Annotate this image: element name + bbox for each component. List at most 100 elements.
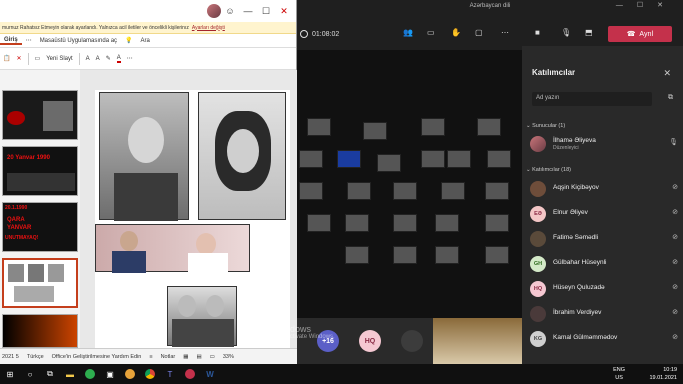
video-tile[interactable] bbox=[345, 214, 369, 232]
slide-canvas[interactable] bbox=[95, 90, 290, 348]
leave-button[interactable]: ☎ Ayrıl bbox=[608, 26, 672, 42]
video-tile[interactable] bbox=[421, 150, 445, 168]
video-tile[interactable] bbox=[485, 182, 509, 200]
new-slide-icon[interactable]: ▭ bbox=[35, 55, 41, 62]
video-tile[interactable] bbox=[299, 150, 323, 168]
help-improve-link[interactable]: Office'in Geliştirilmesine Yardım Edin bbox=[52, 354, 142, 360]
attendee-row[interactable]: GH Gülbahar Hüseynli ⊘ bbox=[530, 254, 678, 274]
camera-icon[interactable]: ■ bbox=[535, 28, 540, 37]
attendee-row[interactable]: EƏ Elnur Əliyev ⊘ bbox=[530, 204, 678, 224]
user-avatar[interactable] bbox=[207, 4, 221, 18]
presenters-header[interactable]: ⌄ Sunucular (1) bbox=[526, 123, 565, 129]
windows-start-icon[interactable]: ⊞ bbox=[0, 364, 20, 384]
minimize-icon[interactable]: — bbox=[239, 6, 257, 16]
photo-boy[interactable] bbox=[99, 92, 189, 221]
more-tools-icon[interactable]: ⋯ bbox=[127, 55, 133, 62]
slide-thumbnail[interactable] bbox=[2, 314, 78, 348]
video-tile[interactable] bbox=[337, 150, 361, 168]
presenter-row[interactable]: İlhamə Əliyeva Düzenleyici 🎙 bbox=[530, 134, 678, 154]
tab-more-icon[interactable]: ⋯ bbox=[22, 37, 36, 44]
video-tile[interactable] bbox=[393, 246, 417, 264]
video-tile[interactable] bbox=[393, 182, 417, 200]
app-red-icon[interactable] bbox=[180, 364, 200, 384]
attendee-row[interactable]: HQ Hüseyn Quluzadə ⊘ bbox=[530, 279, 678, 299]
notes-button[interactable]: Notlar bbox=[161, 354, 176, 360]
participant-photo-avatar[interactable] bbox=[401, 330, 423, 352]
paste-icon[interactable]: 📋 bbox=[3, 55, 10, 62]
video-tile[interactable] bbox=[299, 182, 323, 200]
video-tile[interactable] bbox=[477, 118, 501, 136]
slide-thumbnail-selected[interactable] bbox=[2, 258, 78, 308]
notes-icon[interactable]: ≡ bbox=[149, 354, 152, 360]
banner-settings-link[interactable]: Ayarları değişti bbox=[192, 25, 225, 31]
undo-icon[interactable]: ✕ bbox=[16, 55, 21, 62]
reading-view-icon[interactable]: ▭ bbox=[210, 354, 215, 360]
app-green-icon[interactable] bbox=[80, 364, 100, 384]
media-icon[interactable] bbox=[120, 364, 140, 384]
close-panel-icon[interactable]: ✕ bbox=[663, 68, 671, 79]
chrome-icon[interactable] bbox=[140, 364, 160, 384]
word-icon[interactable]: W bbox=[200, 364, 220, 384]
more-actions-icon[interactable]: ⋯ bbox=[501, 28, 509, 37]
video-tile[interactable] bbox=[435, 246, 459, 264]
video-tile[interactable] bbox=[435, 214, 459, 232]
video-tile[interactable] bbox=[447, 150, 471, 168]
attendee-row[interactable]: Fatimə Səmədli ⊘ bbox=[530, 229, 678, 249]
teams-icon[interactable]: T bbox=[160, 364, 180, 384]
format-icon[interactable]: ✎ bbox=[106, 55, 111, 62]
slide-thumbnail[interactable]: 20 Yanvar 1990 bbox=[2, 146, 78, 196]
photo-girl[interactable] bbox=[198, 92, 286, 220]
self-video-tile[interactable] bbox=[433, 318, 522, 364]
language-status[interactable]: Türkçe bbox=[27, 354, 44, 360]
participant-search-input[interactable]: Ad yazın bbox=[532, 92, 652, 106]
photo-men[interactable] bbox=[167, 286, 237, 347]
slide-thumbnail[interactable] bbox=[2, 90, 78, 140]
search-icon[interactable]: ○ bbox=[20, 364, 40, 384]
video-tile[interactable] bbox=[441, 182, 465, 200]
raise-hand-icon[interactable]: ✋ bbox=[451, 28, 461, 37]
font-shrink-icon[interactable]: A bbox=[96, 56, 100, 62]
file-explorer-icon[interactable]: ▬ bbox=[60, 364, 80, 384]
slide-thumbnail[interactable]: 20.1.1990 QARA YANVAR UNUTMAYAQ! bbox=[2, 202, 78, 252]
tab-home[interactable]: Giriş bbox=[0, 37, 22, 45]
font-grow-icon[interactable]: A bbox=[86, 56, 90, 62]
video-tile[interactable] bbox=[485, 246, 509, 264]
font-color-icon[interactable]: A bbox=[116, 55, 121, 63]
chat-icon[interactable]: ▭ bbox=[427, 28, 435, 37]
video-tile[interactable] bbox=[345, 246, 369, 264]
normal-view-icon[interactable]: ▦ bbox=[183, 354, 188, 360]
video-tile[interactable] bbox=[487, 150, 511, 168]
video-tile[interactable] bbox=[421, 118, 445, 136]
people-icon[interactable]: 👥 bbox=[403, 28, 413, 37]
video-tile[interactable] bbox=[307, 118, 331, 136]
share-invite-icon[interactable]: ⧉ bbox=[668, 94, 673, 102]
video-tile[interactable] bbox=[485, 214, 509, 232]
lightbulb-icon[interactable]: 💡 bbox=[121, 37, 136, 44]
attendee-row[interactable]: KG Kamal Gülməmmədov ⊘ bbox=[530, 329, 678, 349]
close-icon[interactable]: ✕ bbox=[275, 6, 293, 17]
task-view-icon[interactable]: ⧉ bbox=[40, 364, 60, 384]
video-tile[interactable] bbox=[377, 154, 401, 172]
video-tile[interactable] bbox=[347, 182, 371, 200]
store-icon[interactable]: ▣ bbox=[100, 364, 120, 384]
new-slide-button[interactable]: Yeni Slayt bbox=[46, 56, 72, 62]
video-tile[interactable] bbox=[393, 214, 417, 232]
mic-icon[interactable]: 🎙 bbox=[561, 28, 571, 37]
language-indicator[interactable]: ENG US bbox=[613, 366, 625, 382]
share-screen-icon[interactable]: ⬒ bbox=[585, 28, 593, 37]
sorter-view-icon[interactable]: ▤ bbox=[196, 354, 201, 360]
maximize-icon[interactable]: ☐ bbox=[257, 6, 275, 17]
user-icon[interactable]: ☺ bbox=[221, 6, 239, 16]
participant-hq-avatar[interactable]: HQ bbox=[359, 330, 381, 352]
attendee-row[interactable]: İbrahim Verdiyev ⊘ bbox=[530, 304, 678, 324]
attendees-header[interactable]: ⌄ Katılımcılar (18) bbox=[526, 167, 571, 173]
window-controls-icon[interactable]: —☐✕ bbox=[616, 1, 677, 9]
attendee-row[interactable]: Aqşin Kiçibəyov ⊘ bbox=[530, 179, 678, 199]
zoom-level[interactable]: 33% bbox=[223, 354, 234, 360]
tab-search[interactable]: Ara bbox=[137, 38, 154, 44]
photo-wedding[interactable] bbox=[95, 224, 250, 273]
tab-open-desktop[interactable]: Masaüstü Uygulamasında aç bbox=[36, 38, 121, 44]
video-tile[interactable] bbox=[307, 214, 331, 232]
video-tile[interactable] bbox=[363, 122, 387, 140]
clock[interactable]: 10:19 19.01.2021 bbox=[649, 366, 677, 382]
